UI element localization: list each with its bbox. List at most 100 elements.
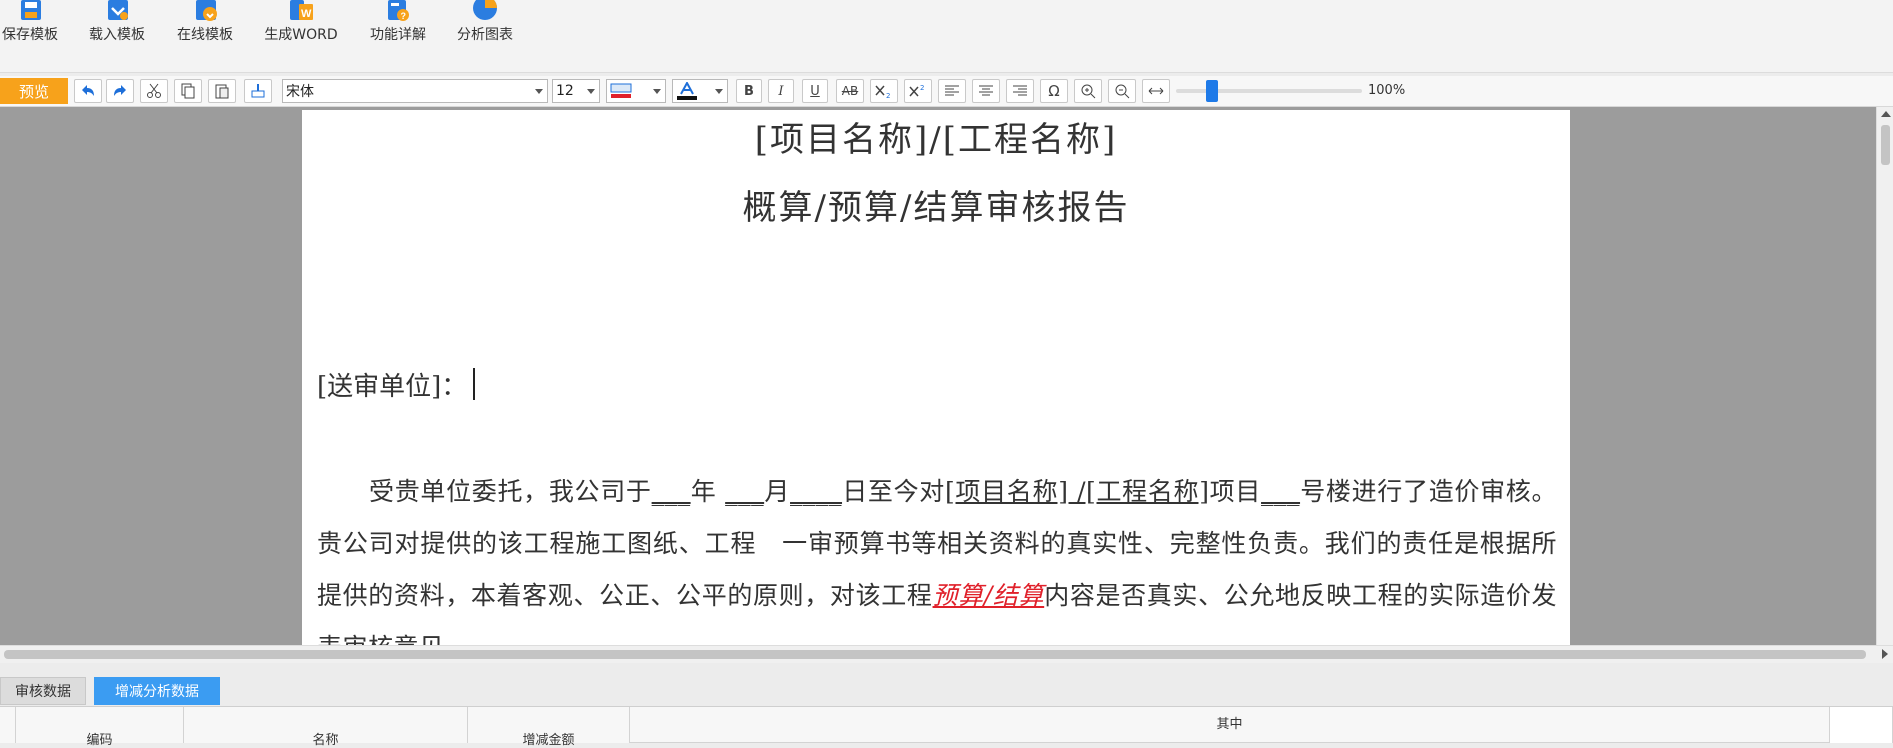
cut-button[interactable] [140,79,168,103]
subscript-icon: 2 [875,85,890,98]
load-template-button[interactable]: 载入模板 [84,0,150,50]
chevron-down-icon [715,89,723,94]
font-family-select[interactable]: 宋体 [282,79,548,103]
submit-unit-label: [送审单位]： [317,372,468,402]
tab-change-analysis[interactable]: 增减分析数据 [94,677,220,705]
scissors-icon [147,83,161,98]
subscript-button[interactable]: 2 [870,79,898,103]
document-page[interactable]: [项目名称]/[工程名称] 概算/预算/结算审核报告 [送审单位]： 受贵单位委… [302,110,1570,645]
column-header-change-amount[interactable]: 增减金额 [468,707,630,748]
font-size-value: 12 [556,83,574,99]
project-ref-field: [项目名称] /[工程名称] [944,477,1210,506]
zoom-slider-handle[interactable] [1206,80,1218,102]
bottom-tab-bar: 审核数据 增减分析数据 [0,675,1893,705]
align-center-icon [979,85,993,96]
svg-text:2: 2 [886,92,890,98]
svg-text:?: ? [401,11,407,21]
zoom-in-icon [1081,84,1096,99]
word-icon: W [290,0,313,20]
font-size-select[interactable]: 12 [552,79,600,103]
generate-word-button[interactable]: W 生成WORD [260,0,342,50]
zoom-out-icon [1115,84,1130,99]
tab-audit-data[interactable]: 审核数据 [0,677,86,705]
copy-button[interactable] [174,79,202,103]
omega-icon: Ω [1048,82,1060,100]
highlight-field: 预算/结算 [932,581,1045,610]
horizontal-scrollbar[interactable] [0,645,1893,663]
online-template-icon [196,0,217,21]
underline-button[interactable]: U [802,79,828,103]
online-template-button[interactable]: 在线模板 [172,0,238,50]
align-right-icon [1013,85,1027,96]
superscript-button[interactable]: 2 [904,79,932,103]
undo-icon [82,85,94,96]
superscript-icon: 2 [909,84,924,97]
underline-icon: U [810,83,820,99]
highlight-color-icon [610,83,632,98]
preview-button[interactable]: 预览 [0,78,68,104]
format-painter-button[interactable] [244,79,272,103]
svg-text:2: 2 [920,84,924,92]
report-paragraph[interactable]: 受贵单位委托，我公司于___年 ___月____日至今对[项目名称] /[工程名… [317,466,1557,645]
italic-button[interactable]: I [768,79,794,103]
zoom-slider-track[interactable] [1176,89,1362,93]
zoom-out-button[interactable] [1108,79,1136,103]
column-header-name[interactable]: 名称 [184,707,468,748]
blank-field: ___ [651,477,691,506]
analysis-grid: 编码 名称 增减金额 其中 [0,706,1893,748]
undo-button[interactable] [74,79,102,103]
feature-help-button[interactable]: ? 功能详解 [366,0,430,50]
vertical-scrollbar[interactable] [1876,107,1893,645]
ribbon-toolbar: 保存模板 载入模板 在线模板 W 生成WORD ? 功能详解 分析图表 [0,0,1893,73]
strikethrough-icon: AB [841,84,859,98]
blank-field: ____ [790,477,843,506]
column-header-code[interactable]: 编码 [16,707,184,748]
strikethrough-button[interactable]: AB [836,79,864,103]
para-text: 日至今对 [842,477,945,506]
document-subtitle: 概算/预算/结算审核报告 [742,188,1130,228]
ribbon-label: 分析图表 [457,27,513,43]
scroll-up-icon[interactable] [1881,111,1891,117]
ribbon-label: 载入模板 [89,27,145,43]
blank-field: ___ [725,477,765,506]
chevron-down-icon [535,89,543,94]
paste-icon [215,84,229,99]
scrollbar-thumb[interactable] [1881,125,1890,165]
grid-corner [0,707,16,743]
align-left-icon [945,85,959,96]
column-header-label: 名称 [312,733,339,748]
highlight-color-select[interactable] [606,79,666,103]
ribbon-label: 在线模板 [177,27,233,43]
ribbon-label: 生成WORD [264,27,338,43]
special-symbol-button[interactable]: Ω [1040,79,1068,103]
format-painter-icon [251,84,265,98]
align-left-button[interactable] [938,79,966,103]
zoom-level: 100% [1368,83,1406,98]
align-center-button[interactable] [972,79,1000,103]
paste-button[interactable] [208,79,236,103]
align-right-button[interactable] [1006,79,1034,103]
svg-text:W: W [301,8,312,20]
copy-icon [181,83,195,99]
ribbon-label: 功能详解 [370,27,426,43]
scroll-right-icon[interactable] [1882,649,1888,659]
document-area: [项目名称]/[工程名称] 概算/预算/结算审核报告 [送审单位]： 受贵单位委… [0,107,1876,645]
zoom-in-button[interactable] [1074,79,1102,103]
column-header-label: 编码 [86,733,113,748]
analysis-chart-button[interactable]: 分析图表 [452,0,518,50]
redo-button[interactable] [106,79,134,103]
column-group-label: 其中 [1216,717,1243,732]
load-template-icon [108,0,128,20]
redo-icon [114,85,126,96]
font-color-select[interactable] [672,79,728,103]
fit-width-button[interactable] [1142,79,1170,103]
bold-button[interactable]: B [736,79,762,103]
format-toolbar: 预览 宋体 12 B I U AB 2 2 Ω 100% [0,76,1893,107]
para-text: 受贵单位委托，我公司于 [369,477,652,506]
bold-icon: B [744,83,754,99]
scrollbar-thumb[interactable] [4,650,1866,659]
font-family-value: 宋体 [286,84,314,100]
save-template-button[interactable]: 保存模板 [0,0,60,50]
chevron-down-icon [653,89,661,94]
column-header-label: 增减金额 [522,733,575,748]
